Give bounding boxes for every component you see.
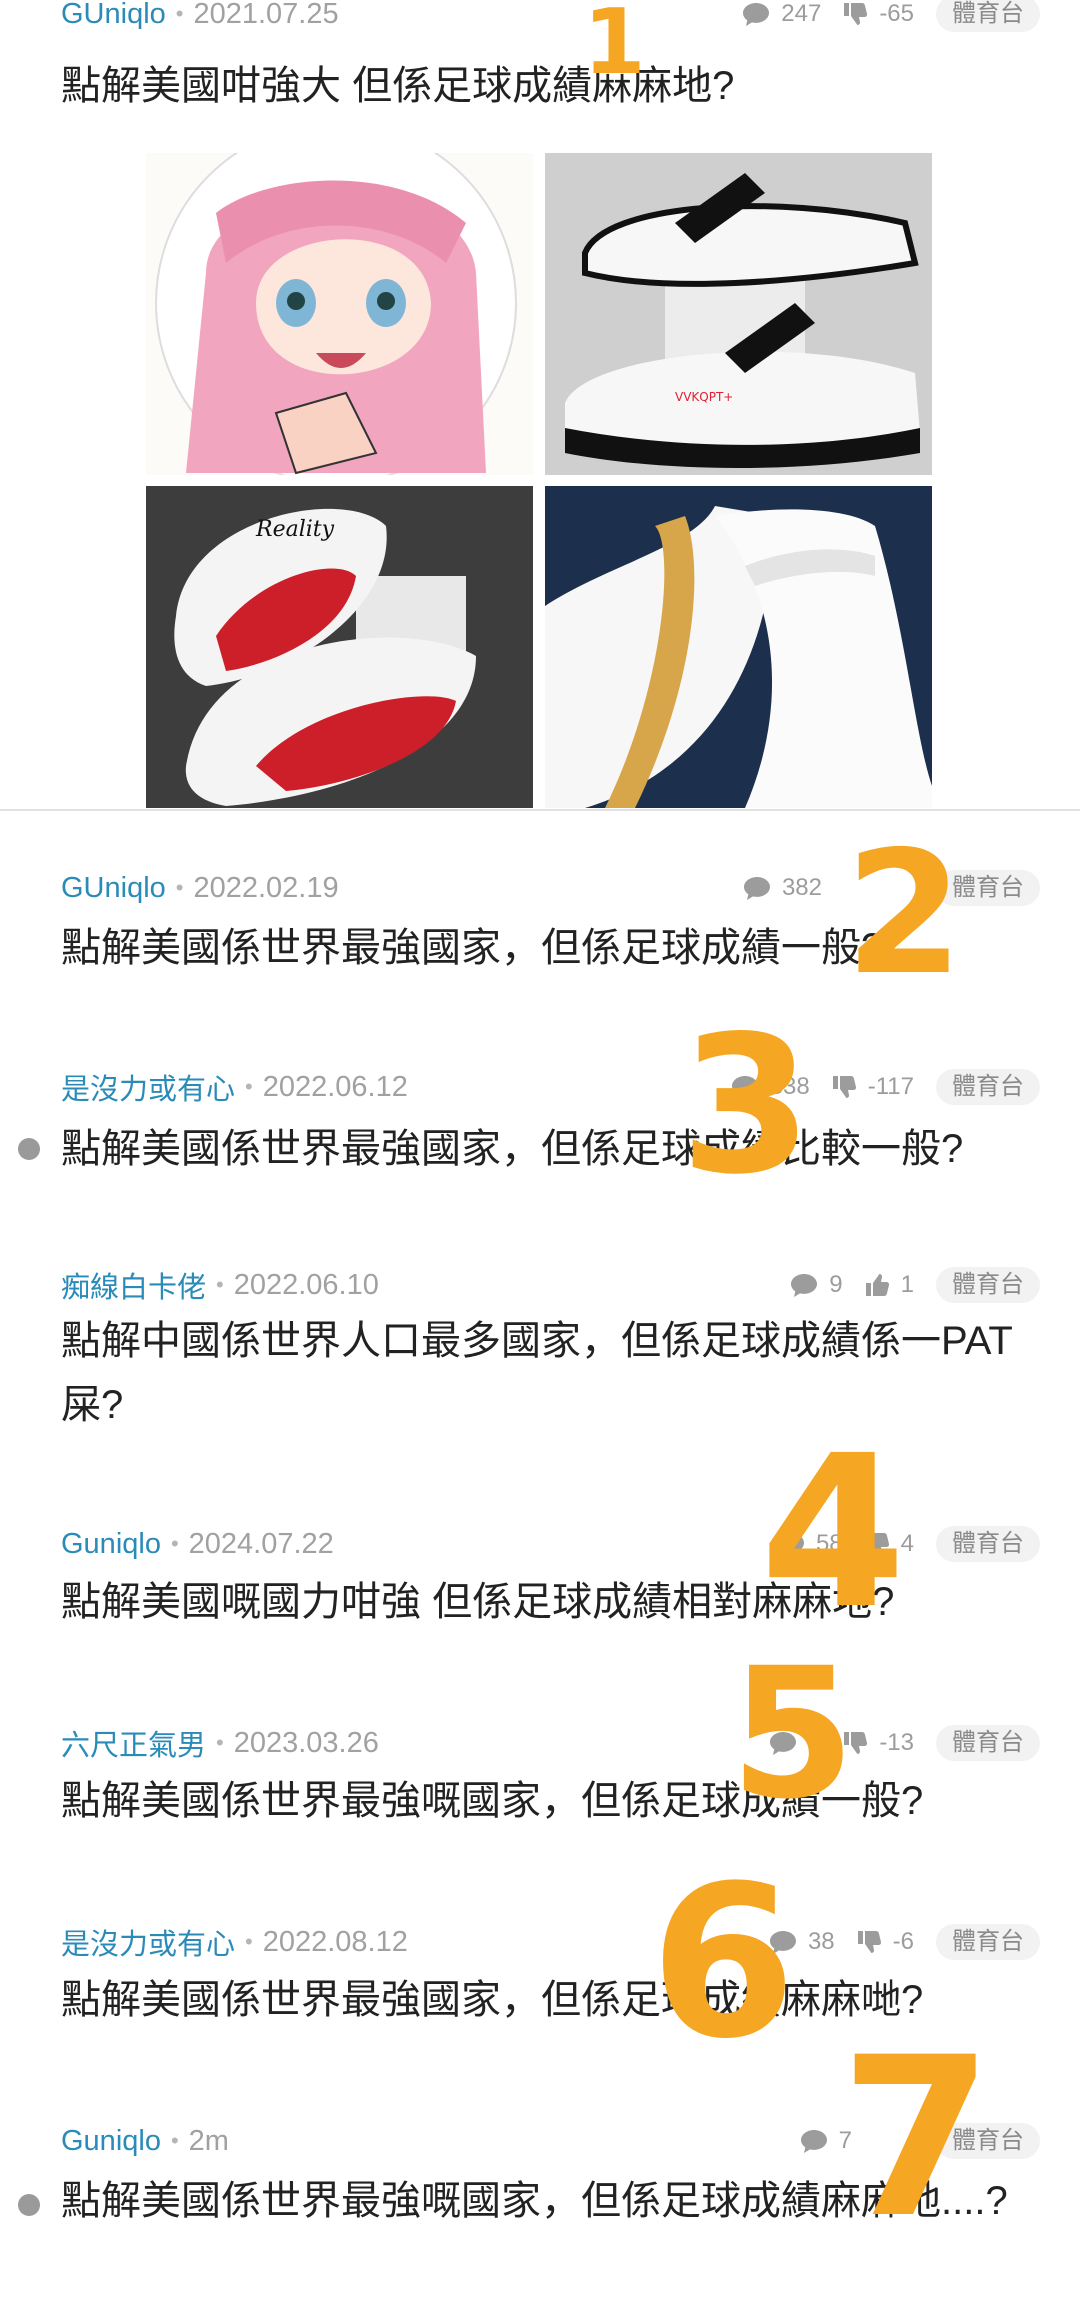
thread-item[interactable]: Guniqlo • 2m 7 體育台 點解美國係世界最強嘅國家，但係足球成績麻麻…	[0, 2064, 1080, 2323]
comment-icon	[800, 2130, 827, 2153]
slide-brand-text: Reality	[255, 517, 335, 542]
comment-count: 382	[742, 874, 822, 902]
thread-author[interactable]: 痴線白卡佬	[61, 1264, 206, 1306]
white-clog-image[interactable]: VVKQPT+	[545, 153, 932, 475]
thread-item[interactable]: 是沒力或有心 • 2022.06.12 338 -117 體育台 點解美國係世界…	[0, 1008, 1080, 1209]
separator-dot: •	[216, 1272, 224, 1297]
thread-author[interactable]: Guniqlo	[61, 2125, 161, 2158]
vote-count: -117	[832, 1073, 914, 1101]
category-tag[interactable]: 體育台	[936, 1267, 1040, 1303]
thumbs-down-icon	[844, 1732, 868, 1754]
vote-count: -6	[857, 1928, 914, 1956]
category-tag[interactable]: 體育台	[936, 2123, 1040, 2159]
thread-author[interactable]: GUniqlo	[61, 872, 166, 905]
comment-count: 7	[799, 2127, 852, 2155]
separator-dot: •	[216, 1730, 224, 1755]
category-tag[interactable]: 體育台	[936, 1526, 1040, 1562]
vote-count: -65	[843, 0, 914, 28]
thread-date: 2024.07.22	[188, 1527, 334, 1560]
thumbs-down-icon	[865, 1533, 889, 1555]
category-tag[interactable]: 體育台	[936, 1069, 1040, 1105]
separator-dot: •	[170, 1531, 179, 1556]
thread-date: 2022.06.12	[262, 1070, 408, 1103]
comment-count: 4	[768, 1729, 821, 1757]
thread-title[interactable]: 點解美國係世界最強嘅國家，但係足球成績一般?	[61, 1769, 1040, 1833]
comment-count-value: 382	[781, 874, 822, 901]
comment-count: 38	[768, 1928, 835, 1956]
separator-dot: •	[245, 1074, 253, 1099]
thread-author[interactable]: 六尺正氣男	[61, 1722, 206, 1764]
unread-dot	[18, 2194, 40, 2216]
thumbs-down-icon	[857, 1931, 881, 1953]
clog-brand-text: VVKQPT+	[675, 390, 733, 404]
thumbs-down-icon	[844, 3, 868, 25]
vote-count: -13	[843, 1729, 914, 1757]
thread-item[interactable]: 六尺正氣男 • 2023.03.26 4 -13 體育台 點解美國係世界最強嘅國…	[0, 1666, 1080, 1867]
comment-count-value: 9	[829, 1271, 843, 1298]
vote-count-value: -65	[879, 0, 914, 27]
comment-count-value: 247	[781, 0, 822, 27]
comment-count-value: 38	[807, 1928, 835, 1955]
vote-count-value: -13	[879, 1729, 914, 1756]
thread-item[interactable]: Guniqlo • 2024.07.22 58 4 體育台 點解美國嘅國力咁強 …	[0, 1467, 1080, 1668]
thread-date: 2022.02.19	[193, 871, 339, 904]
image-gallery: VVKQPT+ Reality	[0, 153, 1080, 811]
thread-date: 2022.06.10	[233, 1268, 379, 1301]
comment-icon	[777, 1533, 804, 1556]
vote-count: 4	[865, 1530, 914, 1558]
thread-author[interactable]: 是沒力或有心	[61, 1921, 235, 1963]
thread-title[interactable]: 點解美國嘅國力咁強 但係足球成績相對麻麻地?	[61, 1570, 1040, 1634]
vote-count-value: -6	[892, 1928, 914, 1955]
vote-count-value: -117	[867, 1073, 914, 1100]
comment-icon	[731, 1076, 758, 1099]
thread-title[interactable]: 點解美國係世界最強國家，但係足球成績麻麻哋?	[61, 1968, 1040, 2032]
white-sneaker-image[interactable]	[545, 486, 932, 808]
comment-count: 58	[776, 1530, 843, 1558]
comment-count: 9	[789, 1271, 843, 1299]
thread-item[interactable]: 是沒力或有心 • 2022.08.12 38 -6 體育台 點解美國係世界最強國…	[0, 1865, 1080, 2066]
unread-dot	[18, 1138, 40, 1160]
thread-author[interactable]: Guniqlo	[61, 1528, 161, 1561]
category-tag[interactable]: 體育台	[936, 1924, 1040, 1960]
thread-title[interactable]: 點解美國係世界最強嘅國家，但係足球成績麻麻地....?	[61, 2169, 1040, 2233]
thumbs-up-icon	[865, 1274, 889, 1296]
thumbs-down-icon	[832, 1076, 856, 1098]
comment-count-value: 7	[838, 2127, 852, 2154]
thread-item[interactable]: 痴線白卡佬 • 2022.06.10 9 1 體育台 點解中國係世界人口最多國家…	[0, 1207, 1080, 1469]
thread-title[interactable]: 點解美國係世界最強國家，但係足球成績比較一般?	[61, 1117, 1040, 1181]
separator-dot: •	[175, 875, 184, 900]
thread-date: 2021.07.25	[193, 0, 339, 30]
category-tag[interactable]: 體育台	[936, 0, 1040, 32]
anime-girl-image[interactable]	[146, 153, 533, 475]
comment-count-value: 338	[769, 1073, 810, 1100]
comment-icon	[743, 3, 770, 26]
category-tag[interactable]: 體育台	[936, 870, 1040, 906]
thread-title[interactable]: 點解美國係世界最強國家，但係足球成績一般?	[61, 916, 1040, 980]
thread-date: 2022.08.12	[262, 1925, 408, 1958]
separator-dot: •	[175, 1, 184, 26]
vote-count: 1	[865, 1271, 914, 1299]
comment-icon	[769, 1732, 796, 1755]
thread-date: 2023.03.26	[233, 1726, 379, 1759]
comment-icon	[743, 877, 770, 900]
comment-count: 338	[730, 1073, 810, 1101]
separator-dot: •	[170, 2128, 179, 2153]
comment-count-value: 58	[815, 1530, 843, 1557]
thread-author[interactable]: 是沒力或有心	[61, 1066, 235, 1108]
category-tag[interactable]: 體育台	[936, 1725, 1040, 1761]
separator-dot: •	[245, 1929, 253, 1954]
red-slide-image[interactable]: Reality	[146, 486, 533, 808]
thread-title[interactable]: 點解美國咁強大 但係足球成績麻麻地?	[61, 54, 1040, 118]
comment-icon	[769, 1931, 796, 1954]
thread-item[interactable]: GUniqlo • 2022.02.19 382 體育台 點解美國係世界最強國家…	[0, 811, 1080, 1010]
vote-count-value: 1	[900, 1271, 914, 1298]
thread-date: 2m	[188, 2124, 229, 2157]
comment-count: 247	[741, 0, 821, 28]
comment-count-value: 4	[807, 1729, 822, 1756]
comment-icon	[791, 1274, 818, 1297]
thread-item[interactable]: GUniqlo • 2021.07.25 247 -65 體育台 點解美國咁強大…	[0, 0, 1080, 155]
thread-title[interactable]: 點解中國係世界人口最多國家，但係足球成績係一PAT 屎?	[61, 1309, 1040, 1437]
vote-count-value: 4	[900, 1530, 914, 1557]
thread-author[interactable]: GUniqlo	[61, 0, 166, 31]
